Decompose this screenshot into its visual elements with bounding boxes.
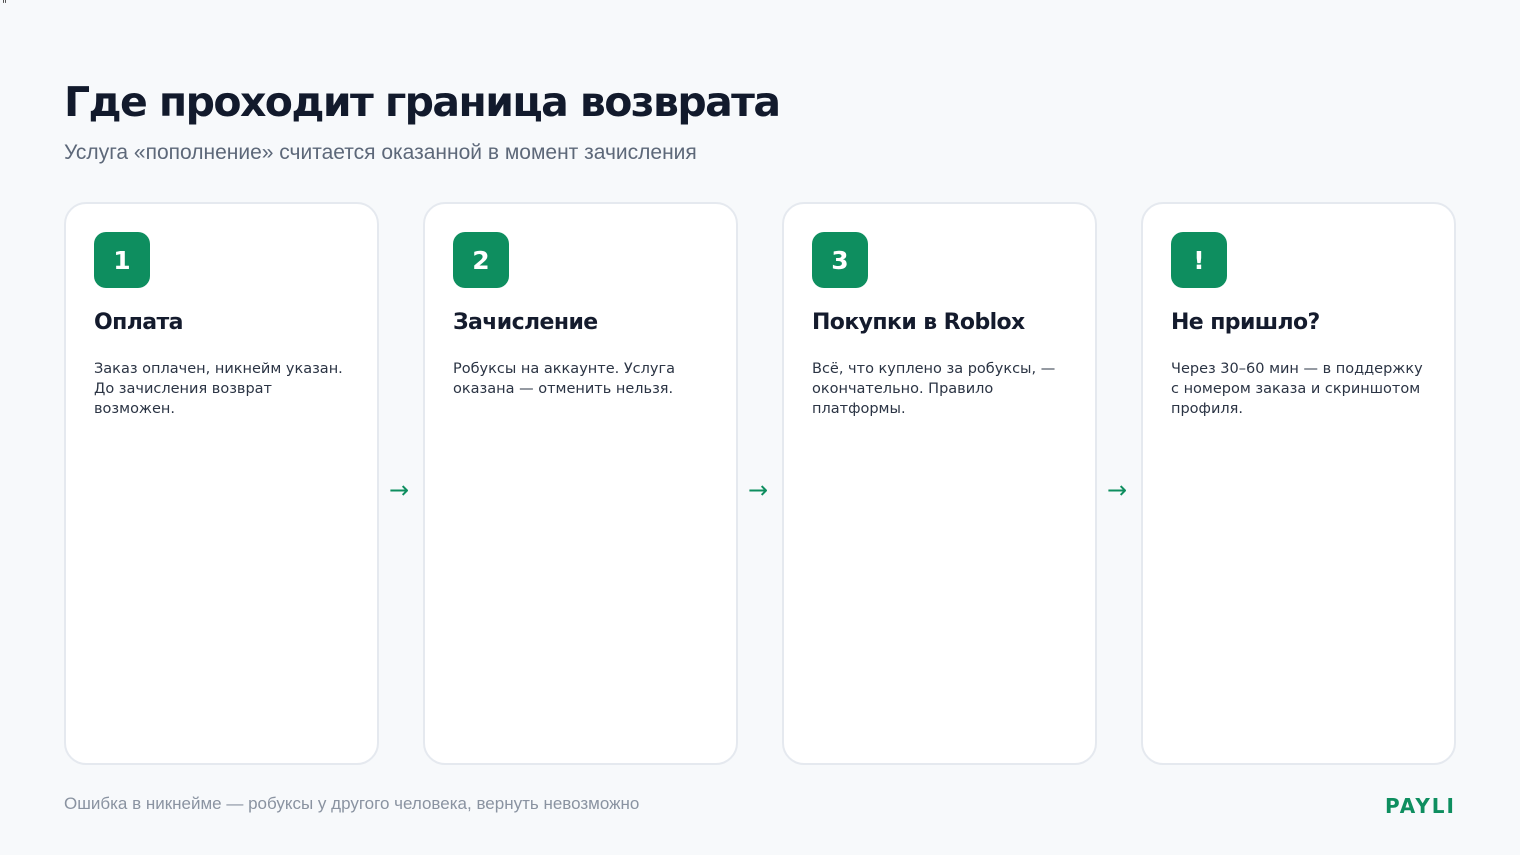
step-card-payment: 1 Оплата Заказ оплачен, никнейм указан. … bbox=[64, 202, 379, 765]
step-number-badge: 1 bbox=[94, 232, 150, 288]
arrow-right-icon: → bbox=[747, 476, 769, 504]
step-description: Всё, что куплено за робуксы, — окончател… bbox=[812, 361, 1056, 417]
arrow-right-icon: → bbox=[1106, 476, 1128, 504]
brand-logo: PAYLI bbox=[1384, 794, 1456, 818]
page-subtitle: Услуга «пополнение» считается оказанной … bbox=[64, 141, 697, 164]
arrow-right-icon: → bbox=[388, 476, 410, 504]
step-title: Оплата bbox=[94, 310, 183, 335]
step-card-purchases: 3 Покупки в Roblox Всё, что куплено за р… bbox=[782, 202, 1097, 765]
step-description: Через 30–60 мин — в поддержку с номером … bbox=[1171, 361, 1423, 417]
footer-note: Ошибка в никнейме — робуксы у другого че… bbox=[64, 794, 640, 813]
page-title: Где проходит граница возврата bbox=[64, 78, 781, 126]
step-title: Покупки в Roblox bbox=[812, 310, 1025, 335]
steps-row: 1 Оплата Заказ оплачен, никнейм указан. … bbox=[64, 202, 1456, 765]
step-number-badge: 2 bbox=[453, 232, 509, 288]
step-description: Заказ оплачен, никнейм указан. До зачисл… bbox=[94, 361, 343, 417]
step-title: Зачисление bbox=[453, 310, 598, 335]
step-card-crediting: 2 Зачисление Робуксы на аккаунте. Услуга… bbox=[423, 202, 738, 765]
step-description: Робуксы на аккаунте. Услуга оказана — от… bbox=[453, 361, 675, 397]
step-title: Не пришло? bbox=[1171, 310, 1320, 335]
alert-badge: ! bbox=[1171, 232, 1227, 288]
corner-mark: " bbox=[2, 0, 8, 11]
step-number-badge: 3 bbox=[812, 232, 868, 288]
step-card-not-received: ! Не пришло? Через 30–60 мин — в поддерж… bbox=[1141, 202, 1456, 765]
